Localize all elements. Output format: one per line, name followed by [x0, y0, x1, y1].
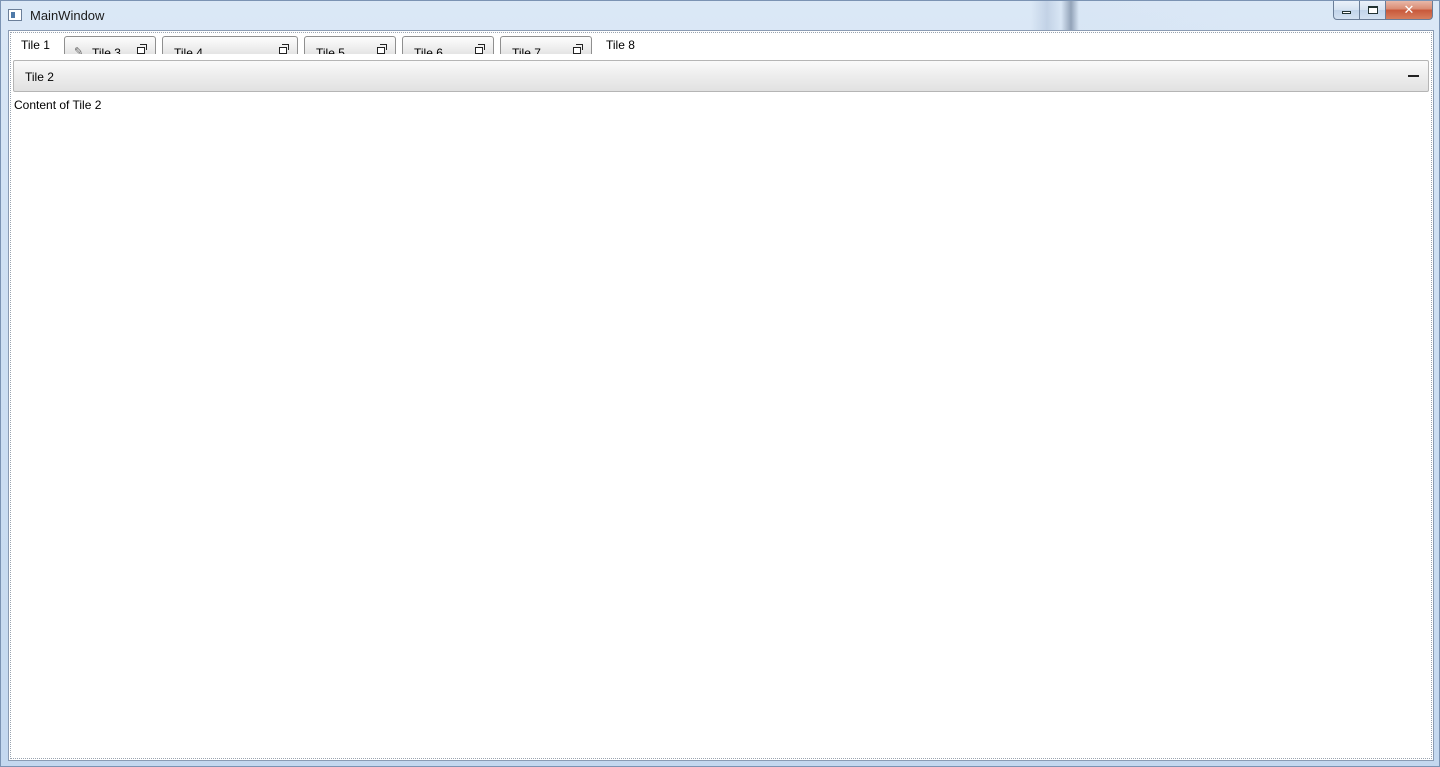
close-icon: ✕	[1403, 2, 1415, 17]
pin-icon: ✎	[74, 46, 84, 54]
tile-label: Tile 6	[414, 46, 443, 54]
app-icon[interactable]	[8, 9, 22, 21]
tile-content: Content of Tile 2	[14, 98, 102, 112]
minimized-tile-4[interactable]: Tile 4	[162, 36, 298, 54]
minimize-button[interactable]	[1333, 1, 1360, 20]
window-title: MainWindow	[30, 8, 105, 23]
background-blur	[1031, 1, 1231, 30]
client-area: Tile 1 ✎ Tile 3 Tile 4 Tile 5 Tile 6 Til…	[8, 30, 1434, 761]
minimized-tile-3[interactable]: ✎ Tile 3	[64, 36, 156, 54]
tile-label: Tile 3	[92, 46, 121, 54]
tile-label: Tile 4	[174, 46, 203, 54]
maximize-icon	[1367, 6, 1378, 14]
caption-buttons: ✕	[1333, 1, 1433, 20]
minimize-icon	[1342, 11, 1351, 14]
minimized-tile-5[interactable]: Tile 5	[304, 36, 396, 54]
minimized-tile-8[interactable]: Tile 8	[606, 38, 635, 52]
tile-view: Tile 1 ✎ Tile 3 Tile 4 Tile 5 Tile 6 Til…	[10, 32, 1432, 759]
minimized-tile-7[interactable]: Tile 7	[500, 36, 592, 54]
close-button[interactable]: ✕	[1386, 1, 1433, 20]
restore-icon[interactable]	[137, 44, 147, 54]
main-window: MainWindow ✕ Tile 1 ✎ Tile 3 Tile 4 Tile…	[0, 0, 1440, 767]
restore-icon[interactable]	[279, 44, 289, 54]
minimized-tile-6[interactable]: Tile 6	[402, 36, 494, 54]
maximize-button[interactable]	[1360, 1, 1386, 20]
maximized-tile-title: Tile 2	[25, 70, 54, 84]
minimized-tiles-strip: Tile 1 ✎ Tile 3 Tile 4 Tile 5 Tile 6 Til…	[11, 33, 1431, 55]
restore-icon[interactable]	[475, 44, 485, 54]
title-bar[interactable]: MainWindow ✕	[1, 1, 1439, 30]
restore-icon[interactable]	[377, 44, 387, 54]
minimized-tile-1[interactable]: Tile 1	[21, 38, 50, 52]
minimize-tile-icon[interactable]	[1408, 75, 1419, 77]
maximized-tile-header[interactable]: Tile 2	[13, 60, 1429, 92]
tile-label: Tile 7	[512, 46, 541, 54]
restore-icon[interactable]	[573, 44, 583, 54]
tile-label: Tile 5	[316, 46, 345, 54]
